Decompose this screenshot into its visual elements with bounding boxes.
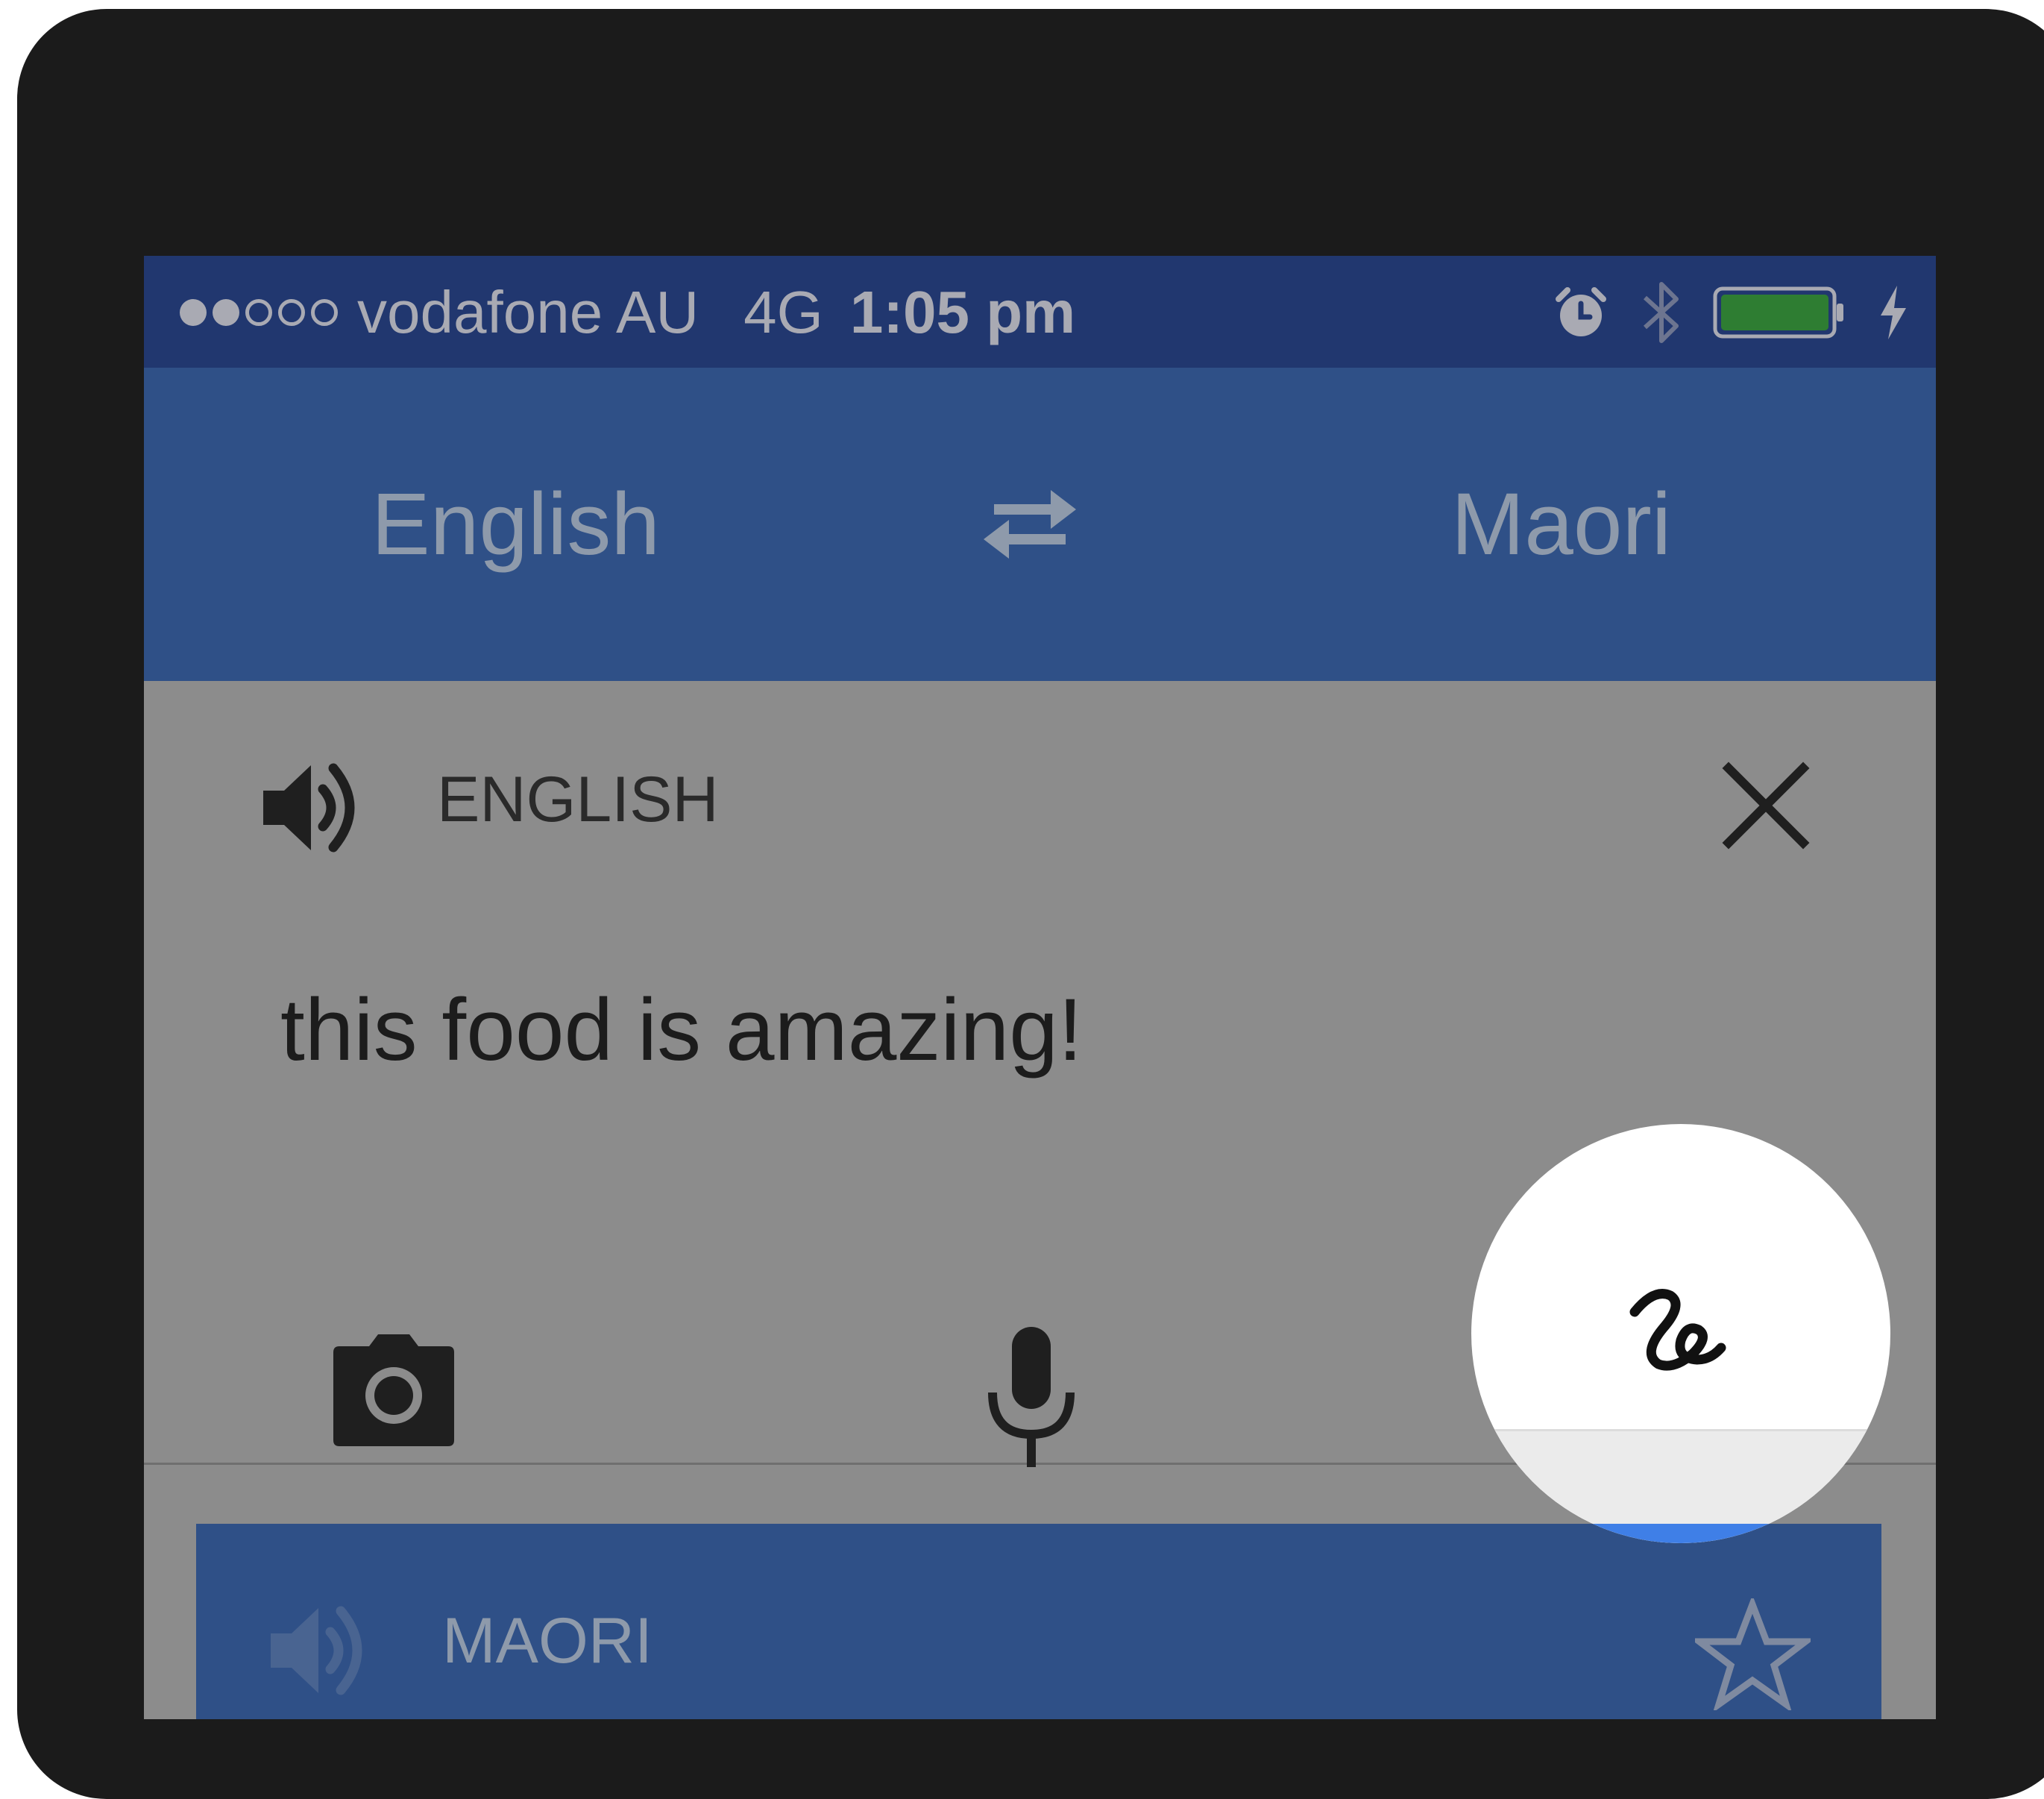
bluetooth-icon — [1643, 282, 1679, 343]
result-card: MAORI — [196, 1524, 1881, 1719]
star-outline-icon[interactable] — [1695, 1598, 1811, 1710]
network-type: 4G — [743, 279, 823, 345]
handwriting-highlight — [1471, 1124, 1890, 1543]
signal-dot — [180, 299, 207, 326]
language-bar: English Maori — [144, 368, 1936, 681]
speaker-icon[interactable] — [263, 1595, 375, 1707]
alarm-icon — [1556, 287, 1606, 336]
source-language-button[interactable]: English — [371, 474, 660, 575]
camera-icon[interactable] — [330, 1330, 457, 1449]
result-language-label: MAORI — [442, 1605, 652, 1677]
input-text[interactable]: this food is amazing! — [280, 979, 1083, 1081]
status-left-group: vodafone AU 4G 1:05 pm — [180, 277, 1075, 348]
status-time: 1:05 pm — [849, 279, 1076, 345]
status-bar: vodafone AU 4G 1:05 pm — [144, 256, 1936, 368]
status-right-group — [1551, 277, 1909, 348]
input-language-label: ENGLISH — [437, 764, 719, 835]
app-screen: vodafone AU 4G 1:05 pm English Maori ENG… — [144, 256, 1936, 1719]
signal-dot — [213, 299, 239, 326]
battery-icon — [1713, 286, 1843, 339]
target-language-button[interactable]: Maori — [1451, 474, 1671, 575]
signal-strength-icon — [180, 299, 338, 326]
charging-icon — [1881, 286, 1906, 339]
speaker-icon[interactable] — [256, 752, 368, 864]
carrier-name: vodafone AU — [357, 279, 699, 345]
signal-dot — [245, 299, 272, 326]
microphone-icon[interactable] — [979, 1322, 1084, 1472]
swap-arrows-icon[interactable] — [978, 480, 1082, 569]
signal-dot — [278, 299, 305, 326]
signal-dot — [311, 299, 338, 326]
spotlight-accent-strip — [1471, 1524, 1890, 1543]
handwriting-icon[interactable] — [1609, 1266, 1743, 1400]
close-icon[interactable] — [1717, 757, 1814, 854]
